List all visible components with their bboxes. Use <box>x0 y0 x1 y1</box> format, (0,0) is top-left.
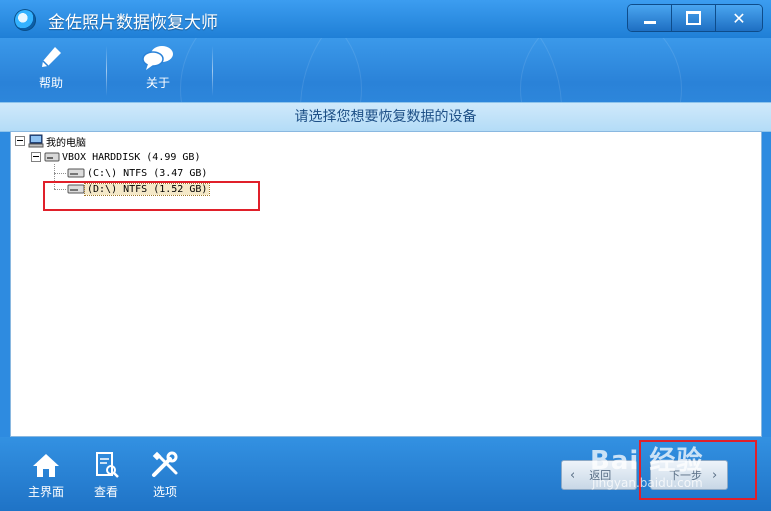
about-label: 关于 <box>145 76 170 90</box>
drive-icon <box>67 168 85 178</box>
maximize-button[interactable] <box>672 5 716 31</box>
toolbar: 帮助 关于 <box>0 38 771 102</box>
maximize-icon <box>686 11 701 25</box>
pencil-icon <box>42 47 61 67</box>
watermark-url: jingyan.baidu.com <box>592 476 703 490</box>
chat-bubble-icon <box>142 46 173 70</box>
tree-connector <box>54 173 66 174</box>
window-title: 金佐照片数据恢复大师 <box>48 13 218 33</box>
tree-node-partition-c[interactable]: (C:\) NTFS (3.47 GB) <box>67 165 209 181</box>
options-label: 选项 <box>152 485 177 499</box>
title-bar[interactable]: 金佐照片数据恢复大师 ✕ <box>0 0 771 38</box>
home-icon <box>33 454 59 477</box>
tree-node-harddisk[interactable]: VBOX HARDDISK (4.99 GB) <box>31 149 202 165</box>
view-label: 查看 <box>93 485 118 499</box>
device-tree[interactable]: 我的电脑 VBOX HARDDISK (4.99 GB) (C:\) NTFS … <box>10 131 762 437</box>
tree-node-label: VBOX HARDDISK (4.99 GB) <box>62 151 201 163</box>
tools-icon <box>152 451 178 477</box>
annotation-box <box>43 181 260 211</box>
tree-node-label: (C:\) NTFS (3.47 GB) <box>87 167 208 179</box>
help-label: 帮助 <box>38 76 63 90</box>
tree-node-my-computer[interactable]: 我的电脑 <box>15 133 88 149</box>
home-label: 主界面 <box>27 485 64 499</box>
computer-icon <box>28 134 44 148</box>
hard-disk-icon <box>44 152 60 162</box>
app-window: 金佐照片数据恢复大师 ✕ 帮助 关于 请选择您想要恢复数据的设备 我的电脑 VB… <box>0 0 771 511</box>
minimize-button[interactable] <box>628 5 672 31</box>
toolbar-separator <box>212 46 213 96</box>
collapse-toggle-icon[interactable] <box>15 136 25 146</box>
close-button[interactable]: ✕ <box>716 5 762 31</box>
watermark-logo: Bai 经验 <box>590 446 704 476</box>
home-button[interactable]: 主界面 <box>22 451 70 500</box>
tree-node-label: 我的电脑 <box>46 137 86 149</box>
about-button[interactable]: 关于 <box>128 44 188 91</box>
document-search-icon <box>96 452 119 478</box>
minimize-icon <box>643 20 656 24</box>
app-logo-icon <box>14 9 36 31</box>
view-button[interactable]: 查看 <box>82 451 130 500</box>
close-icon: ✕ <box>732 8 746 28</box>
instruction-text: 请选择您想要恢复数据的设备 <box>294 109 477 125</box>
instruction-header: 请选择您想要恢复数据的设备 <box>0 102 771 132</box>
chevron-left-icon: ‹ <box>570 467 576 483</box>
collapse-toggle-icon[interactable] <box>31 152 41 162</box>
options-button[interactable]: 选项 <box>141 451 189 500</box>
window-controls: ✕ <box>627 4 763 32</box>
toolbar-separator <box>106 46 107 96</box>
help-button[interactable]: 帮助 <box>21 44 81 91</box>
toolbar-decoration <box>520 38 682 102</box>
